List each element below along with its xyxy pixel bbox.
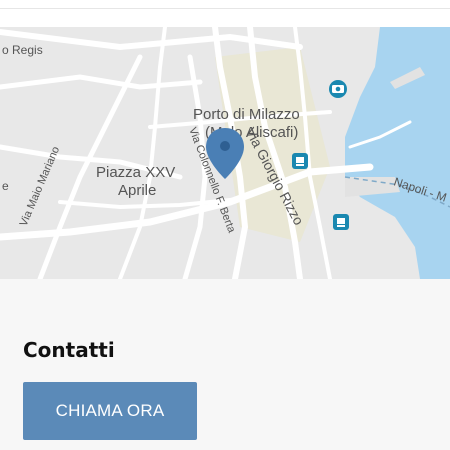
map-embed[interactable]: o Regis Porto di Milazzo (Molo Aliscafi)… bbox=[0, 27, 450, 279]
contacts-title: Contatti bbox=[23, 338, 115, 362]
map-label-piazza-line2: Aprile bbox=[118, 182, 156, 199]
bus-stop-icon[interactable] bbox=[333, 214, 349, 230]
top-bar bbox=[0, 0, 450, 9]
call-now-button[interactable]: CHIAMA ORA bbox=[23, 382, 197, 440]
map-label-port-name: Porto di Milazzo bbox=[193, 106, 300, 123]
map-label-edge: e bbox=[2, 179, 9, 193]
map-label-road-regis: o Regis bbox=[2, 43, 43, 57]
ferry-terminal-icon[interactable] bbox=[292, 153, 308, 169]
camera-icon[interactable] bbox=[329, 80, 347, 98]
map-label-piazza-line1: Piazza XXV bbox=[96, 164, 175, 181]
